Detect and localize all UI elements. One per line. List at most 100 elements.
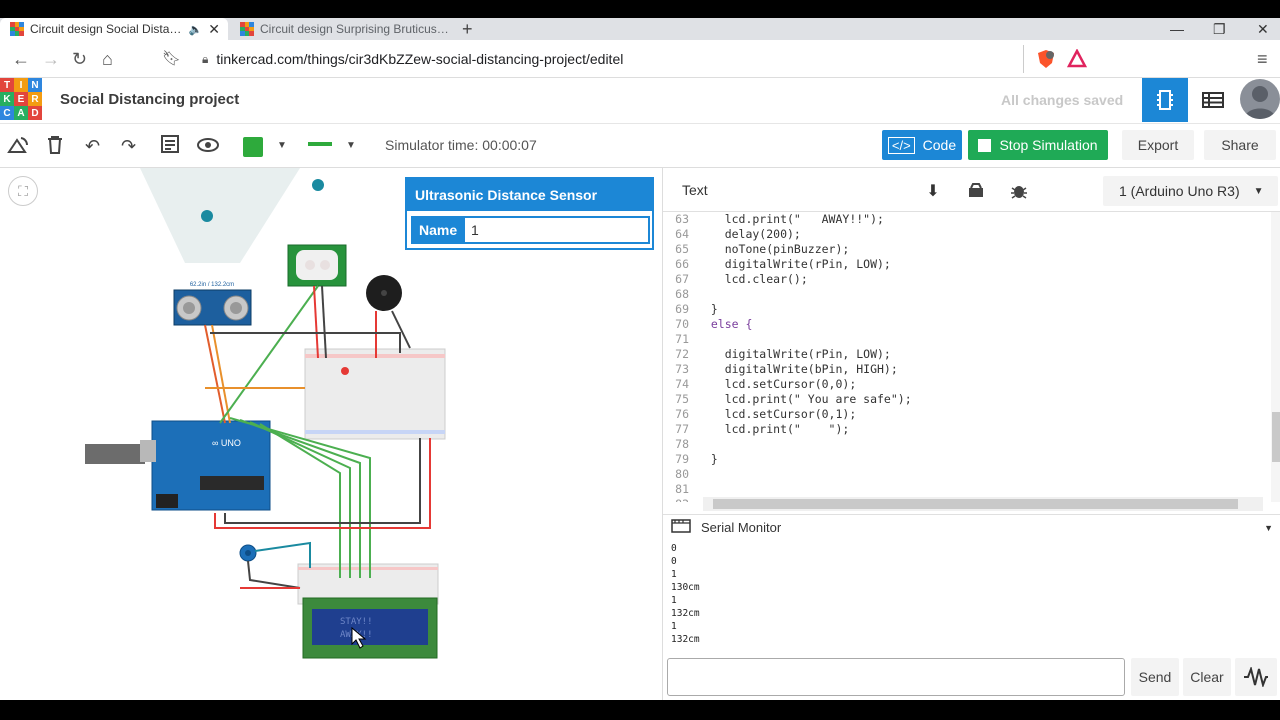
circuit-view-button[interactable] bbox=[1142, 78, 1188, 122]
delete-icon[interactable] bbox=[47, 135, 63, 160]
inspector-title: Ultrasonic Distance Sensor bbox=[407, 179, 652, 211]
undo-icon[interactable]: ↶ bbox=[85, 135, 100, 157]
code-line: 78 bbox=[675, 437, 689, 451]
chip-icon bbox=[1157, 90, 1173, 110]
user-avatar[interactable] bbox=[1240, 79, 1280, 119]
svg-text:STAY!!: STAY!! bbox=[340, 617, 373, 627]
forward-icon[interactable]: → bbox=[42, 48, 60, 70]
share-button[interactable]: Share bbox=[1204, 130, 1276, 160]
target-object bbox=[201, 210, 213, 222]
component-inspector: Ultrasonic Distance Sensor Name 1 bbox=[405, 177, 654, 250]
code-line: 76 lcd.setCursor(0,1); bbox=[675, 407, 857, 421]
circuit-canvas[interactable]: ⛶ 62.2in / 132.2cm ∞ UNO STAY!! Ultrason… bbox=[0, 168, 662, 700]
chevron-down-icon[interactable]: ▼ bbox=[346, 140, 356, 151]
wire-style-icon[interactable] bbox=[308, 134, 332, 159]
code-line: 71 bbox=[675, 332, 689, 346]
stop-icon bbox=[978, 138, 992, 152]
stop-simulation-button[interactable]: Stop Simulation bbox=[968, 130, 1108, 160]
debugger-icon[interactable] bbox=[999, 178, 1039, 204]
project-title[interactable]: Social Distancing project bbox=[60, 91, 239, 108]
address-bar[interactable]: 🔒︎ tinkercad.com/things/cir3dKbZZew-soci… bbox=[192, 45, 1024, 73]
upload-icon[interactable] bbox=[956, 178, 996, 204]
code-line: 66 digitalWrite(rPin, LOW); bbox=[675, 257, 891, 271]
close-tab-icon[interactable]: ✕ bbox=[208, 21, 228, 38]
reload-icon[interactable]: ↻ bbox=[72, 48, 87, 70]
code-line: 81 bbox=[675, 482, 689, 496]
send-button[interactable]: Send bbox=[1131, 658, 1179, 696]
code-line: 65 noTone(pinBuzzer); bbox=[675, 242, 850, 256]
browser-tab-active[interactable]: Circuit design Social Distanci 🔈 ✕ bbox=[0, 18, 228, 40]
code-line: 69 } bbox=[675, 302, 718, 316]
brave-shield-icon[interactable] bbox=[1036, 49, 1056, 74]
download-icon[interactable]: ⬇︎ bbox=[913, 178, 953, 204]
chevron-down-icon[interactable]: ▼ bbox=[277, 140, 287, 151]
speaker-icon[interactable]: 🔈 bbox=[189, 23, 203, 36]
serial-monitor-icon bbox=[671, 519, 691, 536]
notes-icon[interactable] bbox=[161, 135, 179, 160]
chevron-down-icon[interactable]: ▼ bbox=[1264, 523, 1273, 533]
brave-rewards-icon[interactable] bbox=[1066, 48, 1088, 74]
code-line: 77 lcd.print(" "); bbox=[675, 422, 850, 436]
editor-horizontal-scrollbar[interactable] bbox=[703, 497, 1263, 511]
code-line: 72 digitalWrite(rPin, LOW); bbox=[675, 347, 891, 361]
new-tab-icon[interactable]: + bbox=[462, 18, 473, 40]
graph-toggle-button[interactable] bbox=[1235, 658, 1277, 696]
browser-tab-strip: Circuit design Social Distanci 🔈 ✕ Circu… bbox=[0, 18, 1280, 40]
name-label: Name bbox=[419, 222, 458, 238]
tab-title: Circuit design Social Distanci bbox=[30, 22, 183, 36]
table-icon bbox=[1202, 92, 1224, 108]
editor-toolbar: ↶ ↷ ▼ ▼ Simulator time: 00:00:07 </> Cod… bbox=[0, 124, 1280, 168]
tinkercad-logo[interactable]: T I N K E R C A D bbox=[0, 78, 42, 121]
scrollbar-thumb[interactable] bbox=[1272, 412, 1280, 462]
pir-sensor bbox=[287, 244, 347, 287]
color-swatch[interactable] bbox=[243, 137, 263, 157]
simulator-time: Simulator time: 00:00:07 bbox=[385, 137, 537, 153]
bookmark-icon[interactable]: 🔖︎ bbox=[162, 48, 181, 70]
serial-input-field[interactable] bbox=[667, 658, 1125, 696]
name-input[interactable]: 1 bbox=[465, 218, 648, 242]
serial-line: 1 bbox=[671, 595, 677, 606]
svg-text:∞ UNO: ∞ UNO bbox=[212, 438, 241, 448]
clear-button[interactable]: Clear bbox=[1183, 658, 1231, 696]
rotate-icon[interactable] bbox=[7, 135, 29, 160]
app-header: T I N K E R C A D Social Distancing proj… bbox=[0, 78, 1280, 124]
code-line: 73 digitalWrite(bPin, HIGH); bbox=[675, 362, 898, 376]
home-icon[interactable]: ⌂ bbox=[102, 48, 113, 70]
restore-icon[interactable]: ❐ bbox=[1213, 18, 1226, 40]
redo-icon[interactable]: ↷ bbox=[121, 135, 136, 157]
waveform-icon bbox=[1244, 667, 1268, 687]
visibility-icon[interactable] bbox=[197, 135, 219, 160]
editor-vertical-scrollbar[interactable] bbox=[1271, 212, 1280, 502]
code-line: 63 lcd.print(" AWAY!!"); bbox=[675, 212, 884, 226]
serial-line: 0 bbox=[671, 556, 677, 567]
lock-icon: 🔒︎ bbox=[202, 51, 209, 66]
code-mode-select[interactable]: Text bbox=[682, 182, 708, 198]
export-button[interactable]: Export bbox=[1122, 130, 1194, 160]
serial-monitor-title: Serial Monitor bbox=[701, 520, 782, 535]
arduino-uno: ∞ UNO bbox=[85, 420, 271, 511]
serial-line: 132cm bbox=[671, 634, 700, 645]
code-editor[interactable]: 63 lcd.print(" AWAY!!"); 64 delay(200); … bbox=[663, 212, 1269, 502]
device-select[interactable]: 1 (Arduino Uno R3) ▼ bbox=[1103, 176, 1278, 206]
code-line: 70 else { bbox=[675, 317, 753, 331]
close-window-icon[interactable]: ✕ bbox=[1257, 18, 1269, 40]
tinkercad-favicon-icon bbox=[240, 22, 254, 36]
code-line: 80 bbox=[675, 467, 689, 481]
serial-line: 130cm bbox=[671, 582, 700, 593]
back-icon[interactable]: ← bbox=[12, 48, 30, 70]
schematic-list-view-button[interactable] bbox=[1190, 78, 1236, 122]
serial-line: 1 bbox=[671, 621, 677, 632]
browser-menu-icon[interactable]: ≡ bbox=[1257, 48, 1268, 70]
code-line: 64 delay(200); bbox=[675, 227, 801, 241]
code-line: 67 lcd.clear(); bbox=[675, 272, 808, 286]
pir-target-object bbox=[312, 179, 324, 191]
minimize-icon[interactable]: — bbox=[1170, 18, 1184, 40]
scrollbar-thumb[interactable] bbox=[713, 499, 1238, 509]
code-button[interactable]: </> Code bbox=[882, 130, 962, 160]
code-line: 68 bbox=[675, 287, 689, 301]
sensor-beam bbox=[140, 168, 300, 263]
serial-monitor-header[interactable]: Serial Monitor ▼ bbox=[663, 514, 1280, 540]
code-panel-header: Text ⬇︎ 1 (Arduino Uno R3) ▼ bbox=[663, 168, 1280, 212]
browser-tab-inactive[interactable]: Circuit design Surprising Bruticus | Tin bbox=[230, 18, 452, 40]
serial-line: 132cm bbox=[671, 608, 700, 619]
